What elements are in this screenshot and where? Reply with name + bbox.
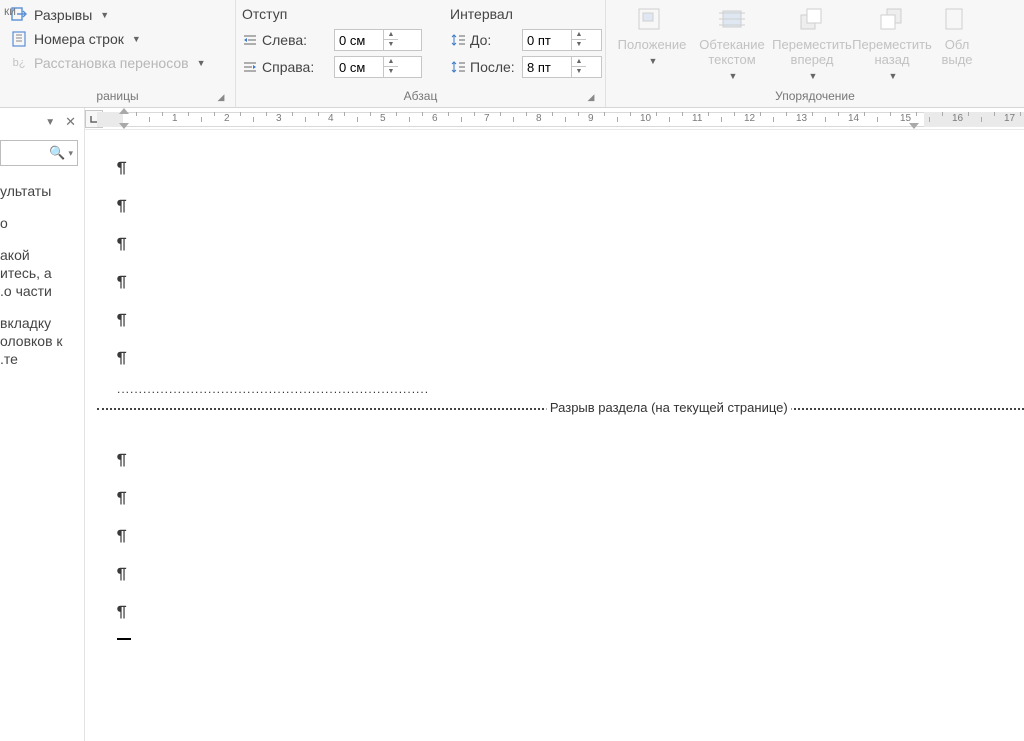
breaks-button[interactable]: ки Разрывы ▼ bbox=[6, 3, 229, 27]
dropdown-icon: ▼ bbox=[197, 58, 206, 68]
wrap-text-button[interactable]: Обтекание текстом ▼ bbox=[692, 3, 772, 81]
indent-right-label: Справа: bbox=[242, 59, 332, 75]
dropdown-icon: ▼ bbox=[809, 69, 818, 84]
nav-text: те. bbox=[0, 350, 80, 368]
paragraph-mark: ¶ bbox=[117, 302, 1024, 340]
nav-search-input[interactable]: 🔍 ▾ bbox=[0, 140, 78, 166]
ribbon: ки Разрывы ▼ Номера строк ▼ b¿ Расстанов… bbox=[0, 0, 1024, 108]
indent-header: Отступ bbox=[242, 6, 332, 22]
indent-left-input[interactable]: ▲▼ bbox=[334, 29, 422, 51]
document-area: 1234567891011121314151617 ¶ ¶ ¶ ¶ ¶ ¶ ..… bbox=[85, 108, 1024, 741]
spin-down-icon[interactable]: ▼ bbox=[572, 40, 586, 50]
spin-down-icon[interactable]: ▼ bbox=[384, 67, 398, 77]
paragraph-mark: ¶ bbox=[117, 226, 1024, 264]
bring-forward-icon bbox=[795, 5, 829, 35]
search-icon: 🔍 bbox=[49, 145, 65, 161]
nav-text: о части. bbox=[0, 282, 80, 300]
dropdown-icon: ▼ bbox=[889, 69, 898, 84]
indent-left-icon bbox=[242, 33, 258, 47]
chevron-down-icon: ▾ bbox=[68, 148, 73, 159]
paragraph-mark: ¶ bbox=[117, 150, 1024, 188]
spacing-after-label: После: bbox=[450, 59, 520, 75]
nav-text: акой bbox=[0, 246, 80, 264]
first-line-indent-marker[interactable] bbox=[119, 108, 129, 114]
left-indent-marker[interactable] bbox=[119, 123, 129, 129]
nav-text: вкладку bbox=[0, 314, 80, 332]
line-numbers-icon bbox=[10, 30, 28, 48]
indent-left-label: Слева: bbox=[242, 32, 332, 48]
dropdown-icon: ▼ bbox=[100, 10, 109, 20]
text-cursor bbox=[117, 638, 131, 640]
spin-up-icon[interactable]: ▲ bbox=[572, 30, 586, 40]
document-page[interactable]: ¶ ¶ ¶ ¶ ¶ ¶ ............................… bbox=[97, 130, 1024, 741]
bring-forward-button[interactable]: Переместить вперед ▼ bbox=[772, 3, 852, 81]
send-backward-button[interactable]: Переместить назад ▼ bbox=[852, 3, 932, 81]
paragraph-mark: ¶ bbox=[117, 442, 1024, 480]
send-backward-icon bbox=[875, 5, 909, 35]
spin-up-icon[interactable]: ▲ bbox=[384, 57, 398, 67]
nav-text: ультаты bbox=[0, 182, 80, 200]
wrap-text-icon bbox=[715, 5, 749, 35]
indent-right-icon bbox=[242, 60, 258, 74]
line-numbers-button[interactable]: Номера строк ▼ bbox=[6, 27, 229, 51]
selection-pane-icon bbox=[940, 5, 974, 35]
spacing-before-icon bbox=[450, 33, 466, 47]
spacing-before-label: До: bbox=[450, 32, 520, 48]
position-button[interactable]: Положение ▼ bbox=[612, 3, 692, 81]
position-icon bbox=[635, 5, 669, 35]
right-indent-marker[interactable] bbox=[909, 123, 919, 129]
nav-text: оловков к bbox=[0, 332, 80, 350]
nav-text: итесь, а bbox=[0, 264, 80, 282]
paragraph-mark: ¶ bbox=[117, 556, 1024, 594]
group-label-page-setup: раницы ◢ bbox=[6, 86, 229, 107]
dialog-launcher-icon[interactable]: ◢ bbox=[215, 92, 227, 104]
horizontal-ruler[interactable]: 1234567891011121314151617 bbox=[85, 108, 1024, 130]
workspace: ▼ ✕ 🔍 ▾ ультаты о акой итесь, а о части.… bbox=[0, 108, 1024, 741]
spacing-after-icon bbox=[450, 60, 466, 74]
dialog-launcher-icon[interactable]: ◢ bbox=[585, 92, 597, 104]
leader-dots: ........................................… bbox=[117, 382, 1024, 396]
selection-pane-button[interactable]: Обл выде bbox=[932, 3, 982, 81]
dropdown-icon: ▼ bbox=[649, 54, 658, 69]
paragraph-mark: ¶ bbox=[117, 340, 1024, 378]
paragraph-mark: ¶ bbox=[117, 518, 1024, 556]
spin-down-icon[interactable]: ▼ bbox=[384, 40, 398, 50]
hyphenation-icon: b¿ bbox=[10, 54, 28, 72]
spacing-before-input[interactable]: ▲▼ bbox=[522, 29, 602, 51]
spin-up-icon[interactable]: ▲ bbox=[384, 30, 398, 40]
paragraph-mark: ¶ bbox=[117, 480, 1024, 518]
paragraph-mark: ¶ bbox=[117, 264, 1024, 302]
nav-dropdown-icon[interactable]: ▼ bbox=[45, 117, 55, 128]
nav-close-icon[interactable]: ✕ bbox=[65, 114, 76, 130]
group-label-arrange: Упорядочение bbox=[612, 86, 1018, 107]
navigation-pane: ▼ ✕ 🔍 ▾ ультаты о акой итесь, а о части.… bbox=[0, 108, 85, 741]
paragraph-mark: ¶ bbox=[117, 188, 1024, 226]
group-paragraph: Отступ Интервал Слева: ▲▼ До: bbox=[236, 0, 606, 107]
nav-text: о bbox=[0, 214, 80, 232]
spacing-header: Интервал bbox=[450, 6, 520, 22]
hyphenation-button[interactable]: b¿ Расстановка переносов ▼ bbox=[6, 51, 229, 75]
spin-up-icon[interactable]: ▲ bbox=[572, 57, 586, 67]
dropdown-icon: ▼ bbox=[729, 69, 738, 84]
paragraph-mark: ¶ bbox=[117, 594, 1024, 632]
group-label-paragraph: Абзац ◢ bbox=[242, 86, 599, 107]
spin-down-icon[interactable]: ▼ bbox=[572, 67, 586, 77]
spacing-after-input[interactable]: ▲▼ bbox=[522, 56, 602, 78]
group-arrange: Положение ▼ Обтекание текстом ▼ Перемест… bbox=[606, 0, 1024, 107]
section-break: Разрыв раздела (на текущей странице) bbox=[97, 400, 1024, 418]
group-page-setup: ки Разрывы ▼ Номера строк ▼ b¿ Расстанов… bbox=[0, 0, 236, 107]
dropdown-icon: ▼ bbox=[132, 34, 141, 44]
indent-right-input[interactable]: ▲▼ bbox=[334, 56, 422, 78]
